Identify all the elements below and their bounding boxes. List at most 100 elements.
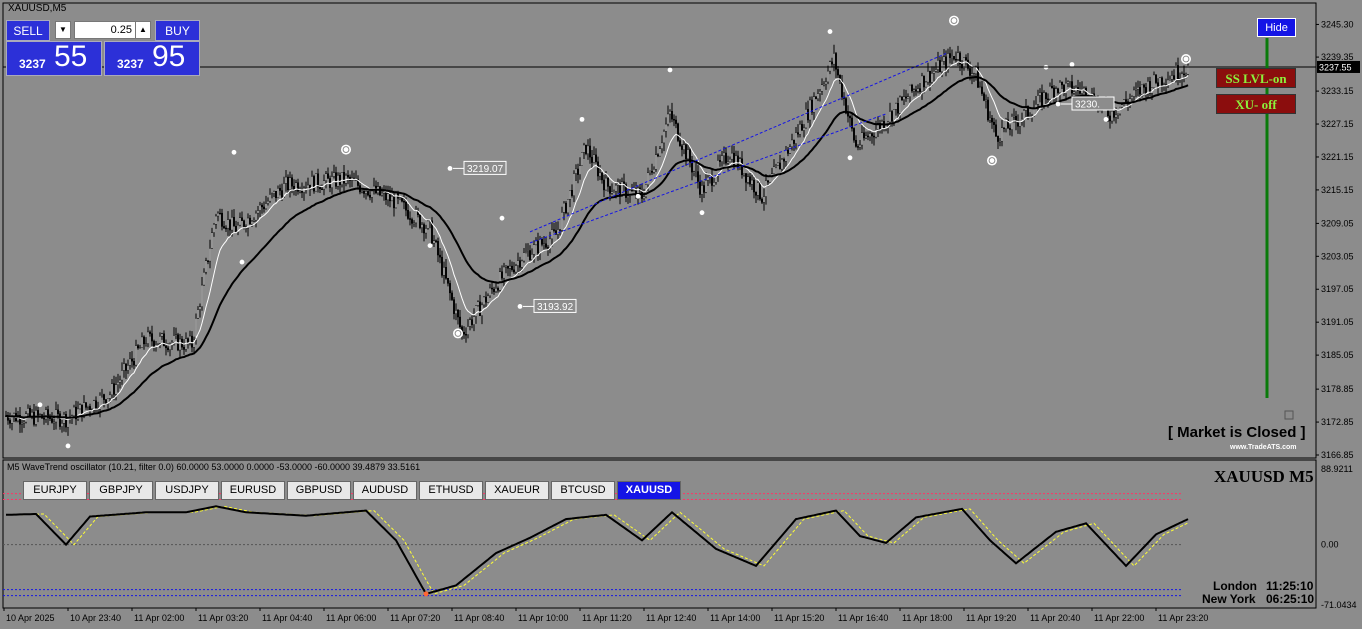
candle-body [855,140,858,147]
annotation-label: 3219.07 [467,164,504,175]
candle-body [833,53,836,65]
candle-body [166,347,169,351]
candle-body [511,265,514,270]
candle-body [130,358,133,362]
candle-body [777,162,780,166]
candle-body [657,154,660,157]
candle-body [204,260,207,273]
symbol-tab-xauusd[interactable]: XAUUSD [617,481,681,500]
candle-body [643,196,646,199]
oscillator-axis: 88.9211 0.00 -71.0434 [1321,464,1357,610]
candle-body [965,57,968,61]
candle-body [947,53,950,69]
candle-body [449,283,452,294]
symbol-tab-ethusd[interactable]: ETHUSD [419,481,483,500]
symbol-tab-usdjpy[interactable]: USDJPY [155,481,219,500]
candle-body [685,144,688,159]
candle-body [527,250,530,252]
candle-body [907,96,910,99]
bid-price-major: 3237 [19,57,46,71]
candle-body [1078,90,1081,94]
candle-body [471,319,474,325]
xu-toggle-button[interactable]: XU- off [1216,94,1296,114]
candle-body [597,161,600,177]
candle-body [43,418,46,420]
candle-body [831,61,834,65]
candle-body [1023,110,1026,120]
candle-body [495,288,498,292]
candle-body [765,180,768,197]
candle-body [755,191,758,196]
candle-body [709,175,712,178]
symbol-tab-xaueur[interactable]: XAUEUR [485,481,549,500]
candle-body [1142,84,1145,88]
candle-body [49,417,52,419]
candle-body [325,173,328,181]
lot-increase-button[interactable]: ▲ [135,21,151,39]
candle-body [485,296,488,303]
buy-button[interactable]: BUY [155,20,200,41]
candle-body [749,176,752,185]
candle-body [545,243,548,248]
candle-body [801,124,804,131]
candle-body [915,89,918,92]
candle-body [1011,116,1014,130]
candle-body [238,217,241,226]
candle-body [427,220,430,229]
candle-body [949,53,952,58]
symbol-tab-eurusd[interactable]: EURUSD [221,481,285,500]
candle-body [605,177,608,191]
symbol-tab-gbpjpy[interactable]: GBPJPY [89,481,153,500]
candle-body [1110,110,1113,122]
candle-body [269,194,272,202]
ask-price-box[interactable]: 3237 95 [104,40,200,76]
candle-body [297,182,300,192]
swing-point-marker [1055,101,1061,107]
candle-body [865,135,868,139]
candle-body [651,170,654,173]
swing-point-marker [517,304,523,309]
candle-body [647,172,650,185]
lot-size-input[interactable] [74,21,136,39]
candle-body [445,267,448,279]
hide-button[interactable]: Hide [1257,18,1296,37]
chart-canvas[interactable]: 3219.07 3193.92 3230. 3237.55 3245.30 3239.35… [0,0,1362,629]
candle-body [541,239,544,245]
symbol-tab-btcusd[interactable]: BTCUSD [551,481,615,500]
candle-body [381,192,384,196]
candle-body [677,123,680,141]
time-tick-label: 11 Apr 10:00 [518,613,568,623]
candle-body [773,166,776,174]
candle-body [1048,85,1051,100]
bid-price-box[interactable]: 3237 55 [6,40,102,76]
candle-body [673,119,676,121]
candle-body [531,254,534,260]
candle-body [579,165,582,175]
sell-button[interactable]: SELL [6,20,50,41]
candle-body [711,175,714,186]
triangle-down-icon: ▼ [59,25,67,34]
candle-body [653,169,656,173]
symbol-tab-audusd[interactable]: AUDUSD [353,481,417,500]
candle-body [1130,96,1133,99]
swing-point-marker [635,193,641,199]
candle-body [917,88,920,92]
candle-body [499,271,502,291]
time-tick-label: 11 Apr 02:00 [134,613,184,623]
time-tick-label: 11 Apr 18:00 [902,613,952,623]
candle-body [631,190,634,192]
brand-link[interactable]: www.TradeATS.com [1230,444,1297,451]
candle-body [483,296,486,306]
candle-body [655,154,658,170]
candle-body [575,168,578,174]
symbol-tab-gbpusd[interactable]: GBPUSD [287,481,351,500]
candle-body [515,265,518,273]
candle-body [261,204,264,208]
candle-body [979,86,982,89]
candle-body [1058,82,1061,93]
candle-body [447,277,450,284]
candle-body [503,266,506,279]
symbol-tab-eurjpy[interactable]: EURJPY [23,481,87,500]
ss-level-toggle-button[interactable]: SS LVL-on [1216,68,1296,88]
lot-decrease-button[interactable]: ▼ [55,21,71,39]
